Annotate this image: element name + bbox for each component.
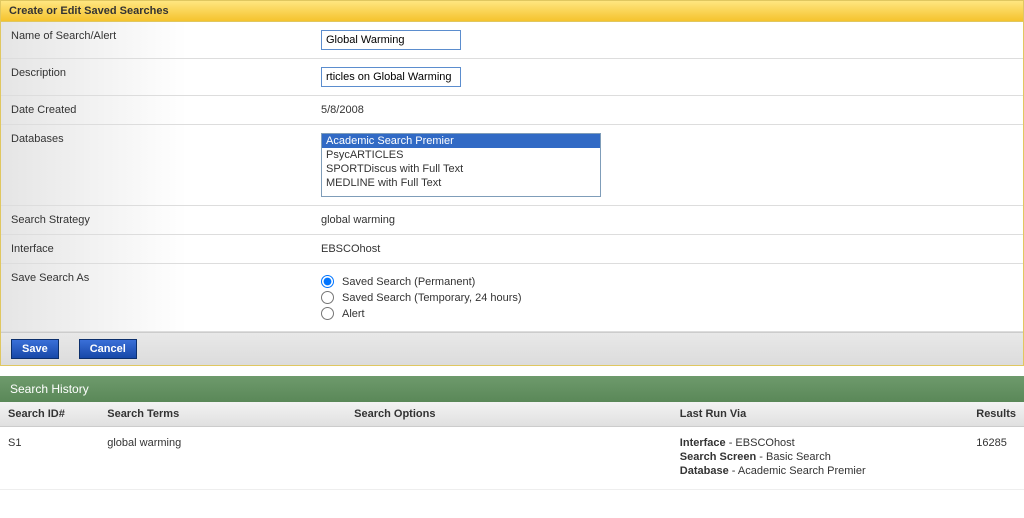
save-as-radio[interactable] — [321, 291, 334, 304]
saved-search-panel: Create or Edit Saved Searches Name of Se… — [0, 0, 1024, 366]
col-options: Search Options — [346, 402, 672, 427]
save-as-radio[interactable] — [321, 307, 334, 320]
database-item[interactable]: Academic Search Premier — [322, 134, 600, 148]
name-label: Name of Search/Alert — [1, 22, 311, 59]
search-strategy-label: Search Strategy — [1, 206, 311, 235]
cell-results: 16285 — [968, 427, 1024, 490]
table-row: S1global warming Interface - EBSCOhostSea… — [0, 427, 1024, 490]
search-strategy-value: global warming — [311, 206, 1023, 235]
cell-id: S1 — [0, 427, 99, 490]
form-table: Name of Search/Alert Description Date Cr… — [1, 22, 1023, 332]
col-last-run: Last Run Via — [672, 402, 968, 427]
save-as-option-label: Alert — [342, 308, 365, 320]
col-terms: Search Terms — [99, 402, 346, 427]
save-as-option[interactable]: Alert — [321, 307, 1013, 320]
description-input[interactable] — [321, 67, 461, 87]
date-created-label: Date Created — [1, 96, 311, 125]
databases-label: Databases — [1, 125, 311, 206]
save-as-option[interactable]: Saved Search (Temporary, 24 hours) — [321, 291, 1013, 304]
description-label: Description — [1, 59, 311, 96]
databases-listbox[interactable]: Academic Search PremierPsycARTICLESSPORT… — [321, 133, 601, 197]
save-as-radio[interactable] — [321, 275, 334, 288]
database-item[interactable]: PsycARTICLES — [322, 148, 600, 162]
save-button[interactable]: Save — [11, 339, 59, 359]
col-id: Search ID# — [0, 402, 99, 427]
save-as-label: Save Search As — [1, 264, 311, 332]
history-panel: Search History Search ID# Search Terms S… — [0, 376, 1024, 490]
database-item[interactable]: SPORTDiscus with Full Text — [322, 162, 600, 176]
name-input[interactable] — [321, 30, 461, 50]
date-created-value: 5/8/2008 — [311, 96, 1023, 125]
history-title: Search History — [0, 376, 1024, 402]
cell-terms: global warming — [99, 427, 346, 490]
cell-options — [346, 427, 672, 490]
col-results: Results — [968, 402, 1024, 427]
save-as-option-label: Saved Search (Permanent) — [342, 276, 475, 288]
history-table: Search ID# Search Terms Search Options L… — [0, 402, 1024, 490]
cancel-button[interactable]: Cancel — [79, 339, 137, 359]
cell-last-run: Interface - EBSCOhostSearch Screen - Bas… — [672, 427, 968, 490]
interface-value: EBSCOhost — [311, 235, 1023, 264]
panel-title: Create or Edit Saved Searches — [1, 1, 1023, 22]
save-as-option[interactable]: Saved Search (Permanent) — [321, 275, 1013, 288]
database-item[interactable]: MEDLINE with Full Text — [322, 176, 600, 190]
save-as-option-label: Saved Search (Temporary, 24 hours) — [342, 292, 522, 304]
interface-label: Interface — [1, 235, 311, 264]
button-bar: Save Cancel — [1, 332, 1023, 365]
